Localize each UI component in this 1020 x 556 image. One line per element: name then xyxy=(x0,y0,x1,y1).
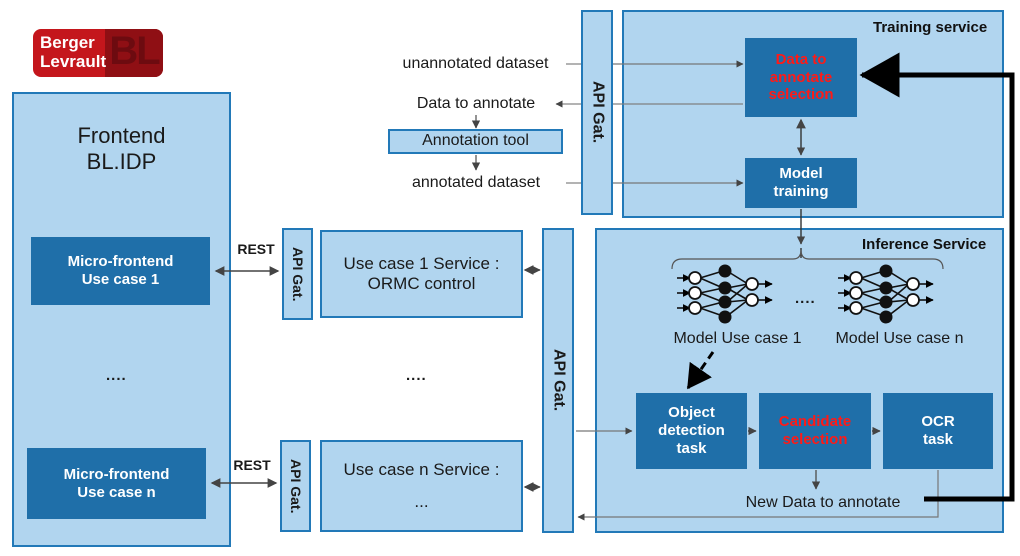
api-gateway-uc1-label: API Gat. xyxy=(289,246,306,302)
use-case-n-service-line2: ... xyxy=(414,491,429,511)
use-case-1-service-line2: ORMC control xyxy=(367,274,476,293)
frontend-ellipsis: .... xyxy=(106,367,127,384)
inference-service-title: Inference Service xyxy=(862,236,987,253)
micro-frontend-1-line2: Use case 1 xyxy=(81,271,160,288)
api-gateway-training-label: API Gat. xyxy=(589,81,607,144)
object-detection-line2: detection xyxy=(658,422,725,440)
frontend-title: Frontend BL.IDP xyxy=(12,118,231,180)
model-training-box[interactable]: Model training xyxy=(745,158,857,208)
api-gateway-services-label: API Gat. xyxy=(550,349,568,412)
micro-frontend-use-case-n[interactable]: Micro-frontend Use case n xyxy=(27,448,206,519)
api-gateway-use-case-n[interactable]: API Gat. xyxy=(280,440,311,532)
micro-frontend-n-line2: Use case n xyxy=(77,483,156,501)
annotation-tool-label: Annotation tool xyxy=(422,132,529,150)
use-case-1-service-line1: Use case 1 Service : xyxy=(343,253,500,273)
micro-frontend-use-case-1[interactable]: Micro-frontend Use case 1 xyxy=(31,237,210,305)
ocr-line2: task xyxy=(922,431,954,448)
candidate-selection-line2: selection xyxy=(782,431,848,448)
logo-wordmark: Berger Levrault xyxy=(40,33,106,71)
data-to-annotate-selection-box[interactable]: Data to annotate selection xyxy=(745,38,857,117)
use-case-1-service[interactable]: Use case 1 Service : ORMC control xyxy=(320,230,523,318)
new-data-to-annotate-label: New Data to annotate xyxy=(745,494,901,511)
training-service-title: Training service xyxy=(873,19,988,36)
candidate-selection-box[interactable]: Candidate selection xyxy=(759,393,871,469)
data-selection-line2: annotate xyxy=(769,68,833,86)
ocr-line1: OCR xyxy=(921,413,955,431)
annotated-dataset-label: annotated dataset xyxy=(411,174,541,191)
candidate-selection-line1: Candidate xyxy=(778,413,852,431)
diagram-canvas: BL Berger Levrault Frontend BL.IDP Micro… xyxy=(0,0,1020,556)
frontend-title-line2: BL.IDP xyxy=(86,149,157,174)
logo-wordmark-line1: Berger xyxy=(40,33,95,52)
logo-wordmark-line2: Levrault xyxy=(40,52,107,71)
api-gateway-ucn-label: API Gat. xyxy=(287,458,304,514)
model-training-line1: Model xyxy=(779,165,823,183)
model-training-line2: training xyxy=(773,183,829,200)
inference-service-panel xyxy=(595,228,1004,533)
rest-label-bottom: REST xyxy=(233,457,271,473)
annotation-tool[interactable]: Annotation tool xyxy=(388,129,563,154)
frontend-title-line1: Frontend xyxy=(77,123,166,148)
services-ellipsis: .... xyxy=(406,367,427,384)
object-detection-line3: task xyxy=(676,439,707,457)
data-selection-line1: Data to xyxy=(775,50,827,68)
rest-label-top: REST xyxy=(237,241,275,257)
data-selection-line3: selection xyxy=(768,86,834,104)
model-use-case-1-label: Model Use case 1 xyxy=(673,330,802,347)
api-gateway-use-case-1[interactable]: API Gat. xyxy=(282,228,313,320)
micro-frontend-n-line1: Micro-frontend xyxy=(63,465,170,483)
logo-bl-mark: BL xyxy=(105,29,163,77)
berger-levrault-logo: BL Berger Levrault xyxy=(33,29,163,77)
model-use-case-n-label: Model Use case n xyxy=(835,330,964,347)
models-ellipsis: .... xyxy=(795,290,816,307)
object-detection-line1: Object xyxy=(668,404,715,422)
object-detection-task-box[interactable]: Object detection task xyxy=(636,393,747,469)
api-gateway-services[interactable]: API Gat. xyxy=(542,228,574,533)
use-case-n-service[interactable]: Use case n Service : ... xyxy=(320,440,523,532)
api-gateway-training[interactable]: API Gat. xyxy=(581,10,613,215)
unannotated-dataset-label: unannotated dataset xyxy=(402,55,549,72)
use-case-n-service-line1: Use case n Service : xyxy=(343,459,500,479)
data-to-annotate-label: Data to annotate xyxy=(416,95,536,112)
micro-frontend-1-line1: Micro-frontend xyxy=(67,253,174,271)
ocr-task-box[interactable]: OCR task xyxy=(883,393,993,469)
